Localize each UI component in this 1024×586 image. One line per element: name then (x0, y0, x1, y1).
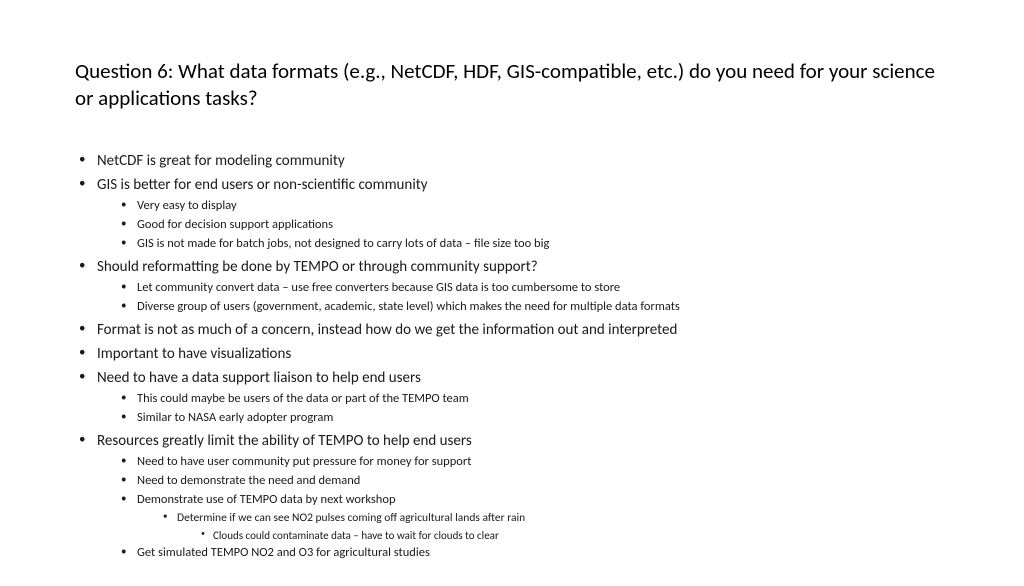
bullet-text: Need to demonstrate the need and demand (137, 473, 360, 488)
bullet-text: Resources greatly limit the ability of T… (97, 432, 472, 450)
bullet-text: Demonstrate use of TEMPO data by next wo… (137, 492, 396, 507)
bullet-list-level2: Need to have user community put pressure… (97, 454, 949, 562)
list-item: Resources greatly limit the ability of T… (75, 431, 949, 562)
list-item: Clouds could contaminate data – have to … (197, 529, 949, 544)
bullet-list-level3: Determine if we can see NO2 pulses comin… (137, 511, 949, 543)
bullet-text: Get simulated TEMPO NO2 and O3 for agric… (137, 545, 430, 560)
list-item: Determine if we can see NO2 pulses comin… (159, 511, 949, 543)
list-item: Need to have user community put pressure… (117, 454, 949, 471)
bullet-list-level1: NetCDF is great for modeling community G… (75, 151, 949, 563)
bullet-text: Very easy to display (137, 198, 237, 213)
bullet-text: Need to have user community put pressure… (137, 454, 471, 469)
list-item: Demonstrate use of TEMPO data by next wo… (117, 492, 949, 543)
list-item: Very easy to display (117, 198, 949, 215)
list-item: Get simulated TEMPO NO2 and O3 for agric… (117, 545, 949, 562)
bullet-list-level2: This could maybe be users of the data or… (97, 391, 949, 427)
list-item: Need to demonstrate the need and demand (117, 473, 949, 490)
bullet-text: Similar to NASA early adopter program (137, 410, 333, 425)
bullet-text: Important to have visualizations (97, 345, 291, 363)
slide-title: Question 6: What data formats (e.g., Net… (75, 58, 949, 113)
bullet-text: Let community convert data – use free co… (137, 280, 620, 295)
list-item: GIS is better for end users or non-scien… (75, 175, 949, 253)
list-item: Format is not as much of a concern, inst… (75, 320, 949, 340)
list-item: Important to have visualizations (75, 344, 949, 364)
list-item: NetCDF is great for modeling community (75, 151, 949, 171)
list-item: Similar to NASA early adopter program (117, 410, 949, 427)
bullet-text: Format is not as much of a concern, inst… (97, 321, 677, 339)
slide-content: Question 6: What data formats (e.g., Net… (0, 0, 1024, 586)
list-item: Diverse group of users (government, acad… (117, 299, 949, 316)
bullet-text: Determine if we can see NO2 pulses comin… (177, 511, 525, 525)
bullet-text: GIS is better for end users or non-scien… (97, 176, 428, 194)
bullet-list-level2: Let community convert data – use free co… (97, 280, 949, 316)
bullet-list-level2: Very easy to display Good for decision s… (97, 198, 949, 253)
bullet-list-level4: Clouds could contaminate data – have to … (177, 529, 949, 544)
list-item: Need to have a data support liaison to h… (75, 368, 949, 427)
bullet-text: NetCDF is great for modeling community (97, 152, 345, 170)
bullet-text: Good for decision support applications (137, 217, 333, 232)
list-item: This could maybe be users of the data or… (117, 391, 949, 408)
list-item: Good for decision support applications (117, 217, 949, 234)
bullet-text: GIS is not made for batch jobs, not desi… (137, 236, 549, 251)
bullet-text: Diverse group of users (government, acad… (137, 299, 680, 314)
list-item: GIS is not made for batch jobs, not desi… (117, 236, 949, 253)
bullet-text: This could maybe be users of the data or… (137, 391, 469, 406)
bullet-text: Need to have a data support liaison to h… (97, 369, 421, 387)
bullet-text: Should reformatting be done by TEMPO or … (97, 258, 538, 276)
list-item: Should reformatting be done by TEMPO or … (75, 257, 949, 316)
bullet-text: Clouds could contaminate data – have to … (213, 529, 499, 542)
list-item: Let community convert data – use free co… (117, 280, 949, 297)
